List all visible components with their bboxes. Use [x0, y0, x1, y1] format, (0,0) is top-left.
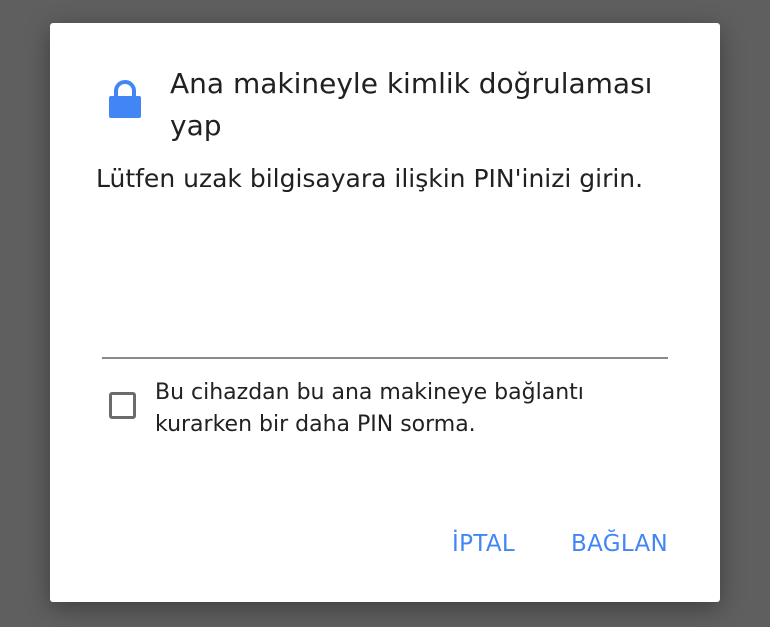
dialog-message: Lütfen uzak bilgisayara ilişkin PIN'iniz… [96, 164, 644, 193]
cancel-button[interactable]: İPTAL [452, 526, 515, 562]
dialog-title: Ana makineyle kimlik doğrulaması yap [170, 67, 653, 142]
remember-pin-checkbox[interactable] [109, 392, 136, 419]
pin-auth-dialog: Ana makineyle kimlik doğrulaması yap Lüt… [50, 23, 720, 602]
pin-input[interactable] [102, 313, 668, 359]
lock-icon [108, 80, 142, 118]
remember-pin-label[interactable]: Bu cihazdan bu ana makineye bağlantı kur… [155, 377, 655, 441]
connect-button[interactable]: BAĞLAN [571, 526, 668, 562]
